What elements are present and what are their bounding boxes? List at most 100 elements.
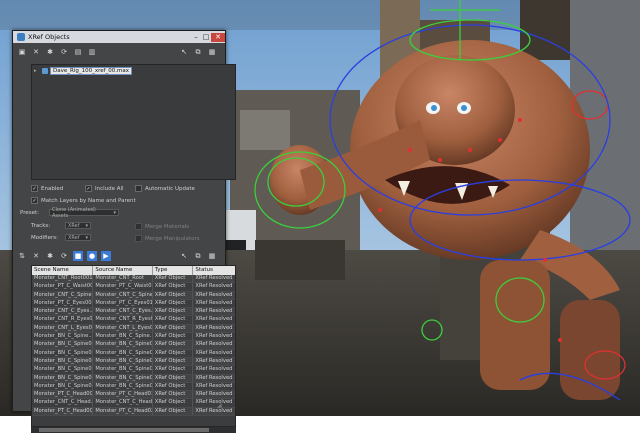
xref-entities-table[interactable]: Scene Name Source Name Type Status Monst…: [31, 265, 236, 427]
table-cell: XRef Resolved: [195, 374, 233, 381]
merge-icon[interactable]: ▤: [73, 47, 83, 57]
table-header: Scene Name Source Name Type Status: [32, 266, 235, 275]
filter-controllers-icon[interactable]: ▶: [101, 251, 111, 261]
select-icon[interactable]: ↖: [179, 47, 189, 57]
table-cell: Monster_BN_C_Spine05: [95, 349, 153, 357]
table-cell: XRef Resolved: [195, 341, 233, 348]
create-xref-record-icon[interactable]: ▣: [17, 47, 27, 57]
chevron-down-icon: ▾: [85, 222, 88, 229]
table-row[interactable]: Monster_CNT_C_Eyes... Monster_CNT_C_Eyes.…: [32, 308, 235, 317]
table-cell: Monster_CNT_L_Eyes01: [95, 324, 153, 333]
table-cell: XRef Resolved: [195, 316, 233, 323]
table-cell: Monster_PT_C_Eyes01: [95, 299, 153, 308]
filter-materials-icon[interactable]: ●: [87, 251, 97, 261]
merge-materials-checkbox[interactable]: Merge Materials: [135, 223, 189, 230]
table-cell: XRef Object: [153, 349, 194, 357]
minimize-button[interactable]: –: [191, 33, 201, 42]
refresh-icon[interactable]: ⟳: [59, 251, 69, 261]
table-row[interactable]: Monster_CNT_L_Eyes00...Monster_CNT_L_Eye…: [32, 324, 235, 334]
table-cell: Monster_CNT_R_Eyes0...: [34, 316, 94, 324]
select-icon[interactable]: ↖: [179, 251, 189, 261]
tracks-dropdown[interactable]: XRef ▾: [65, 222, 91, 229]
table-cell: XRef Resolved: [195, 324, 233, 331]
table-row[interactable]: Monster_BN_C_Spine0... Monster_BN_C_Spine…: [32, 349, 235, 358]
table-row[interactable]: Monster_PT_C_Head004 Monster_PT_C_Head02 X…: [32, 407, 235, 417]
tracks-label: Tracks:: [31, 223, 51, 229]
remove-entity-icon[interactable]: ✕: [31, 251, 41, 261]
column-header-status[interactable]: Status: [193, 266, 235, 275]
table-cell: Monster_CNT_C_Eyes...: [34, 308, 94, 316]
settings-icon[interactable]: ✱: [45, 47, 55, 57]
table-cell: Monster_CNT_C_Head...: [34, 399, 94, 407]
table-cell: XRef Object: [153, 407, 194, 416]
title-bar[interactable]: XRef Objects – □ ✕: [13, 31, 225, 43]
column-header-scene-name[interactable]: Scene Name: [32, 266, 94, 275]
enabled-check-icon: ✓: [31, 185, 38, 192]
table-cell: Monster_BN_C_Spine...: [34, 333, 94, 341]
resize-grip-icon[interactable]: ◢: [217, 403, 223, 409]
column-header-type[interactable]: Type: [153, 266, 194, 275]
table-cell: XRef Object: [153, 299, 194, 308]
close-button[interactable]: ✕: [211, 32, 225, 42]
table-row[interactable]: Monster_CNT_C_Spine01 Monster_CNT_C_Spine…: [32, 291, 235, 300]
refresh-icon[interactable]: ⟳: [59, 47, 69, 57]
table-cell: Monster_BN_C_Spine04: [95, 341, 153, 349]
list-view-icon[interactable]: ▦: [207, 47, 217, 57]
table-cell: Monster_PT_C_Head02: [95, 407, 153, 416]
horizontal-scrollbar[interactable]: [31, 427, 236, 433]
table-cell: Monster_PT_C_Head004: [34, 407, 94, 416]
table-cell: Monster_BN_C_Spine0...: [34, 382, 94, 391]
table-row[interactable]: Monster_BN_C_Spine0... Monster_BN_C_Spine…: [32, 382, 235, 392]
table-cell: XRef Object: [153, 399, 194, 407]
maximize-button[interactable]: □: [201, 33, 211, 42]
table-row[interactable]: Monster_PT_C_Head003 Monster_PT_C_Head01 X…: [32, 391, 235, 400]
table-cell: Monster_PT_C_Waist01: [95, 283, 153, 291]
table-row[interactable]: Monster_CNT_R_Eyes0... Monster_CNT_R_Eyes…: [32, 316, 235, 325]
match-layers-checkbox[interactable]: ✓ Match Layers by Name and Parent: [31, 197, 136, 204]
select-in-scene-icon[interactable]: ⧉: [193, 251, 203, 261]
select-in-scene-icon[interactable]: ⧉: [193, 47, 203, 57]
xref-record-item[interactable]: ▸ Dave_Rig_100_xref_00.max: [34, 67, 133, 75]
chevron-down-icon: ▾: [113, 209, 116, 216]
filter-objects-icon[interactable]: ■: [73, 251, 83, 261]
column-header-source-name[interactable]: Source Name: [93, 266, 153, 275]
table-cell: Monster_BN_C_Spine0...: [34, 349, 94, 357]
table-row[interactable]: Monster_BN_C_Spine0... Monster_BN_C_Spine…: [32, 357, 235, 367]
table-cell: XRef Resolved: [195, 333, 233, 340]
table-row[interactable]: Monster_BN_C_Spine0... Monster_BN_C_Spine…: [32, 374, 235, 383]
table-cell: Monster_CNT_Root: [93, 275, 153, 283]
table-cell: XRef Resolved: [195, 299, 233, 306]
expand-icon[interactable]: ▸: [34, 68, 40, 74]
dialog-title: XRef Objects: [28, 33, 70, 41]
merge-manipulators-checkbox[interactable]: Merge Manipulators: [135, 235, 200, 242]
scrollbar-thumb[interactable]: [39, 428, 209, 432]
enabled-checkbox[interactable]: ✓ Enabled: [31, 185, 63, 192]
table-row[interactable]: Monster_CNT_C_Head... Monster_CNT_C_Head.…: [32, 399, 235, 408]
merge-manipulators-check-icon: [135, 235, 142, 242]
modifiers-dropdown[interactable]: XRef ▾: [65, 234, 91, 241]
table-cell: XRef Object: [153, 357, 194, 366]
preset-dropdown[interactable]: Clone (Animated) Assets ▾: [49, 207, 119, 219]
convert-icon[interactable]: ▥: [87, 47, 97, 57]
list-view-icon[interactable]: ▦: [207, 251, 217, 261]
table-row[interactable]: Monster_BN_C_Spine0... Monster_BN_C_Spine…: [32, 341, 235, 350]
xref-record-label: Dave_Rig_100_xref_00.max: [50, 67, 133, 75]
table-cell: Monster_PT_C_Head01: [95, 391, 153, 399]
table-cell: Monster_BN_C_Spine0...: [34, 357, 94, 366]
remove-xref-record-icon[interactable]: ✕: [31, 47, 41, 57]
sort-icon[interactable]: ⇅: [17, 251, 27, 261]
table-row[interactable]: Monster_PT_C_Eyes002 Monster_PT_C_Eyes01 X…: [32, 299, 235, 309]
table-row[interactable]: Monster_PT_C_Waist002 Monster_PT_C_Waist0…: [32, 283, 235, 292]
automatic-update-checkbox[interactable]: Automatic Update: [135, 185, 195, 192]
table-cell: Monster_CNT_C_Spine01: [34, 291, 94, 299]
table-cell: XRef Object: [153, 316, 194, 324]
table-cell: Monster_PT_C_Waist002: [34, 283, 94, 291]
settings-icon[interactable]: ✱: [45, 251, 55, 261]
table-row[interactable]: Monster_BN_C_Spine0... Monster_BN_C_Spine…: [32, 366, 235, 375]
xref-records-list[interactable]: ▸ Dave_Rig_100_xref_00.max: [31, 64, 236, 180]
table-row[interactable]: Monster_CNT_Root001 Monster_CNT_Root XRef …: [32, 275, 235, 284]
table-cell: XRef Resolved: [195, 291, 233, 298]
table-row[interactable]: Monster_BN_C_Spine... Monster_BN_C_Spine.…: [32, 333, 235, 342]
include-all-checkbox[interactable]: ✓ Include All: [85, 185, 124, 192]
records-toolbar: ▣ ✕ ✱ ⟳ ▤ ▥ ↖ ⧉ ▦: [13, 45, 225, 59]
